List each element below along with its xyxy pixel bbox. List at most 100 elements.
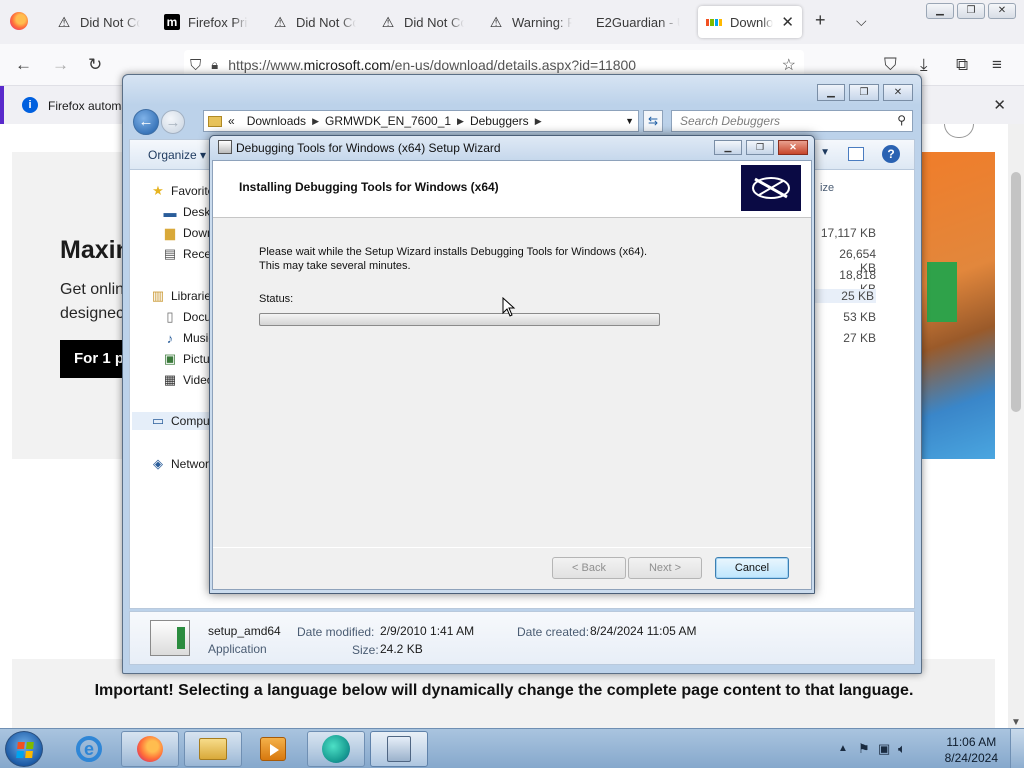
minimize-window-icon[interactable]: ▁ (926, 3, 954, 19)
downloads-icon[interactable]: ⤓ (920, 55, 928, 75)
search-placeholder: Search Debuggers (680, 114, 781, 128)
scrollbar-thumb[interactable] (1011, 172, 1021, 412)
tab-7-active[interactable]: Download ✕ (698, 6, 802, 38)
tab-4[interactable]: ⚠ Did Not Connect: Potential Security Is… (372, 6, 472, 38)
firefox-menu-icon[interactable] (10, 12, 28, 30)
back-button[interactable]: < Back (552, 557, 626, 579)
organize-button[interactable]: Organize ▾ (148, 148, 206, 162)
explorer-address-bar[interactable]: « Downloads ▶ GRMWDK_EN_7600_1 ▶ Debugge… (203, 110, 639, 132)
explorer-maximize-icon[interactable]: ❐ (849, 84, 879, 101)
organize-label: Organize (148, 148, 197, 162)
music-icon: ♪ (166, 330, 174, 346)
taskbar-file-explorer[interactable] (184, 731, 242, 767)
start-button[interactable] (5, 731, 43, 767)
wizard-heading: Installing Debugging Tools for Windows (… (239, 180, 499, 194)
close-window-icon[interactable]: ✕ (988, 3, 1016, 19)
tab-3[interactable]: ⚠ Did Not Connect: Potential Security Is… (264, 6, 364, 38)
lock-icon[interactable]: 🔒︎ (211, 57, 218, 73)
file-size[interactable]: 53 KB (843, 310, 876, 324)
wizard-maximize-icon[interactable]: ❐ (746, 140, 774, 155)
explorer-forward-icon[interactable]: → (161, 110, 185, 134)
close-tab-icon[interactable]: ✕ (781, 13, 794, 31)
wizard-message: Please wait while the Setup Wizard insta… (259, 246, 648, 258)
tab-2[interactable]: m Firefox Privacy Notice (156, 6, 256, 38)
new-tab-icon[interactable]: + (815, 10, 826, 31)
tab-title: Warning: Potential Security Risk Ahead (512, 14, 572, 30)
breadcrumb-item[interactable]: Debuggers (464, 114, 535, 128)
wizard-title-bar[interactable]: Debugging Tools for Windows (x64) Setup … (210, 136, 814, 160)
show-desktop-button[interactable] (1010, 729, 1024, 768)
volume-muted-icon[interactable]: 🔈︎ (898, 741, 906, 757)
breadcrumb-arrow-icon[interactable]: ▶ (312, 116, 319, 127)
action-center-flag-icon[interactable]: ⚑ (858, 741, 870, 757)
nav-network[interactable]: ◈ Network (150, 456, 215, 471)
tab-title: Firefox Privacy Notice (188, 14, 248, 30)
url-prefix: https://www. (228, 57, 304, 73)
network-tray-icon[interactable]: ▣ (878, 741, 890, 757)
taskbar-edge[interactable] (307, 731, 365, 767)
taskbar-internet-explorer[interactable]: e (60, 731, 118, 767)
extensions-icon[interactable]: ⧉ (956, 55, 968, 75)
setup-wizard-icon (387, 736, 411, 762)
breadcrumb-arrow-icon[interactable]: ▶ (457, 116, 464, 127)
next-button[interactable]: Next > (628, 557, 702, 579)
clock[interactable]: 11:06 AM 8/24/2024 (945, 734, 998, 766)
folder-icon (208, 115, 222, 127)
tab-1[interactable]: ⚠ Did Not Connect: Potential Security Is… (48, 6, 148, 38)
back-icon[interactable]: ← (15, 55, 32, 75)
url-path: /en-us/download/details.aspx?id=11800 (390, 57, 637, 73)
help-icon[interactable]: ? (882, 145, 900, 163)
edge-icon (322, 735, 350, 763)
forward-icon[interactable]: → (52, 55, 69, 75)
explorer-title-bar[interactable] (123, 75, 921, 105)
size-column-header[interactable]: ize (820, 182, 834, 194)
media-player-icon (260, 737, 286, 761)
cancel-button[interactable]: Cancel (715, 557, 789, 579)
address-dropdown-icon[interactable]: ▼ (625, 116, 634, 126)
restore-window-icon[interactable]: ❐ (957, 3, 985, 19)
tab-title: Did Not Connect: Potential Security Issu… (80, 14, 140, 30)
breadcrumb-item[interactable]: Downloads (241, 114, 312, 128)
preview-pane-icon[interactable] (848, 147, 864, 161)
explorer-close-icon[interactable]: ✕ (883, 84, 913, 101)
nav-libraries[interactable]: ▥ Libraries (150, 288, 217, 303)
wizard-divider (213, 547, 811, 548)
view-options-icon[interactable]: ▼ (820, 147, 830, 158)
breadcrumb-arrow-icon[interactable]: ▶ (535, 116, 542, 127)
wizard-minimize-icon[interactable]: ▁ (714, 140, 742, 155)
breadcrumb-item[interactable]: GRMWDK_EN_7600_1 (319, 114, 457, 128)
explorer-refresh-icon[interactable]: ⇆ (643, 110, 663, 132)
file-explorer-icon (199, 738, 227, 760)
tab-6[interactable]: E2Guardian - Un (588, 6, 688, 38)
taskbar: e ▲ ⚑ ▣ 🔈︎ 11:06 AM 8/24/2024 (0, 728, 1024, 768)
close-notification-icon[interactable]: ✕ (993, 96, 1006, 114)
page-scrollbar[interactable]: ▼ (1008, 124, 1024, 728)
pocket-icon[interactable]: ⛉ (884, 55, 897, 75)
explorer-back-icon[interactable]: ← (133, 109, 159, 135)
shield-icon[interactable]: ⛉ (190, 57, 201, 74)
file-size[interactable]: 27 KB (843, 331, 876, 345)
tab-title: E2Guardian - Un (596, 14, 680, 30)
breadcrumb-overflow[interactable]: « (222, 114, 241, 128)
scroll-down-icon[interactable]: ▼ (1011, 717, 1021, 728)
taskbar-media-player[interactable] (244, 731, 302, 767)
taskbar-setup-wizard[interactable] (370, 731, 428, 767)
info-icon: i (22, 97, 38, 113)
nav-computer[interactable]: ▭ Computer (132, 412, 224, 430)
file-size[interactable]: 17,117 KB (821, 226, 876, 240)
taskbar-firefox[interactable] (121, 731, 179, 767)
wizard-message: This may take several minutes. (259, 260, 411, 272)
tray-expand-icon[interactable]: ▲ (838, 743, 848, 754)
nav-music[interactable]: ♪ Music (162, 330, 215, 346)
bookmark-star-icon[interactable]: ☆ (782, 55, 796, 75)
explorer-search-input[interactable]: Search Debuggers ⚲ (671, 110, 913, 132)
wizard-close-icon[interactable]: ✕ (778, 140, 808, 155)
hamburger-menu-icon[interactable]: ≡ (992, 55, 1002, 75)
explorer-minimize-icon[interactable]: ▁ (817, 84, 845, 101)
search-icon[interactable]: ⚲ (897, 113, 906, 127)
videos-icon: ▦ (163, 372, 177, 387)
tab-list-chevron-icon[interactable]: ⌵ (856, 13, 867, 30)
tab-5[interactable]: ⚠ Warning: Potential Security Risk Ahead (480, 6, 580, 38)
page-decoration (944, 124, 974, 138)
reload-icon[interactable]: ↻ (88, 55, 102, 75)
